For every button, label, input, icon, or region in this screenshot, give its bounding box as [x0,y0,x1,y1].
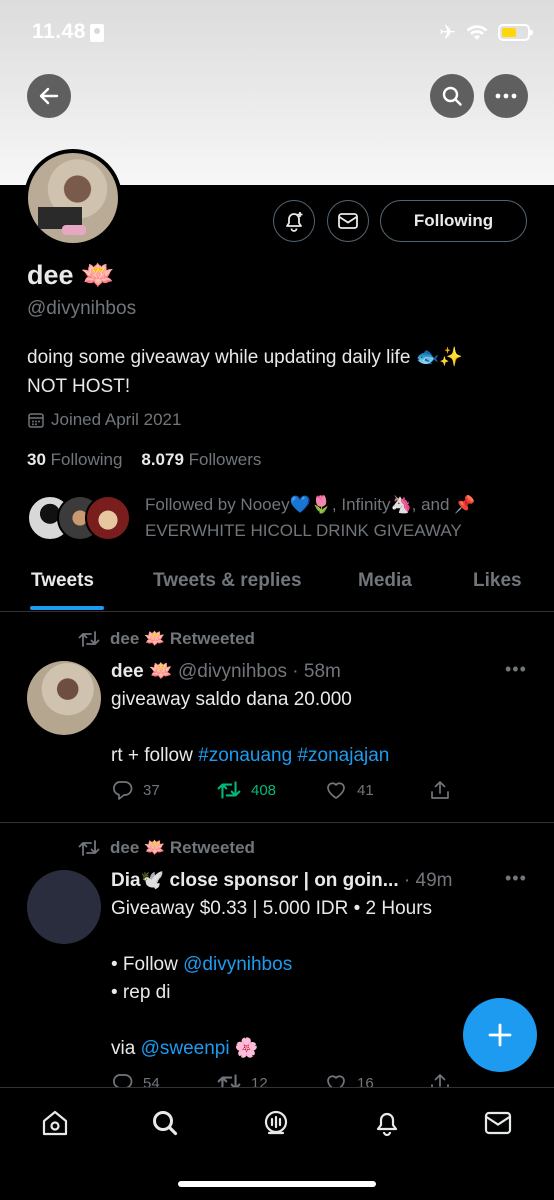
wifi-icon [466,25,488,40]
tweet-body: giveaway saldo dana 20.000 rt + follow #… [111,686,531,770]
notification-plus-icon [286,212,303,232]
more-button[interactable] [484,74,528,118]
retweeted-by-label: dee 🪷 Retweeted [110,629,255,648]
tweet-line: • Follow @divynihbos [111,954,293,975]
tweet-actions: 37 408 41 [111,779,451,801]
bio-line: doing some giveaway while updating daily… [27,347,463,368]
followed-by-text[interactable]: Followed by Nooey💙🌷, Infinity🦄, and 📌 EV… [145,492,535,544]
profile-handle: @divynihbos [27,298,137,319]
nav-spaces[interactable] [259,1106,293,1140]
profile-avatar[interactable] [24,149,122,247]
tab-likes[interactable]: Likes [473,570,522,592]
status-time: 11.48 [32,20,86,43]
tweet-avatar[interactable] [27,661,101,735]
mail-icon [338,213,358,229]
tweet-line: giveaway saldo dana 20.000 [111,689,352,710]
home-icon [42,1110,68,1136]
tweet-handle-time: · 49m [403,870,453,891]
tab-media[interactable]: Media [358,570,412,592]
like-count: 41 [357,781,374,799]
hashtag-link[interactable]: #zonauang [198,745,292,766]
profile-tabs: Tweets Tweets & replies Media Likes [0,560,554,612]
share-button[interactable] [429,779,451,801]
tab-tweets[interactable]: Tweets [31,570,94,592]
home-indicator [178,1181,376,1187]
nav-notifications[interactable] [370,1106,404,1140]
back-arrow-icon [39,87,59,105]
search-icon [153,1111,178,1136]
tweet-divider [0,822,554,823]
message-button[interactable] [327,200,369,242]
reply-button[interactable]: 37 [111,779,217,801]
followed-by-line: Followed by Nooey💙🌷, Infinity🦄, and 📌 [145,495,476,514]
battery-icon [498,24,533,41]
retweet-button[interactable]: 408 [217,780,325,800]
tweet-header: Dia🕊️ close sponsor | on goin... · 49m [111,868,452,892]
tweet-line: rt + follow #zonauang #zonajajan [111,745,390,766]
following-label: Following [50,450,123,469]
reply-icon [113,781,133,800]
more-icon [495,93,517,99]
status-icons: ✈ [439,20,533,45]
tweet-more-icon[interactable]: ••• [505,868,527,889]
compose-tweet-button[interactable] [463,998,537,1072]
retweeted-by-label: dee 🪷 Retweeted [110,838,255,857]
bio-line: NOT HOST! [27,376,131,397]
retweet-icon [78,840,100,856]
tab-tweets-replies[interactable]: Tweets & replies [153,570,302,592]
mention-link[interactable]: @sweenpi [141,1038,230,1059]
search-button[interactable] [430,74,474,118]
nav-search[interactable] [148,1106,182,1140]
airplane-icon: ✈ [439,22,456,44]
mention-link[interactable]: @divynihbos [183,954,292,975]
nav-messages[interactable] [481,1106,515,1140]
back-button[interactable] [27,74,71,118]
following-count: 30 [27,450,46,469]
mail-icon [484,1111,512,1135]
reply-count: 37 [143,781,160,799]
following-link[interactable]: 30 Following [27,450,122,469]
compose-plus-icon [488,1023,512,1047]
retweet-context: dee 🪷 Retweeted [78,838,255,858]
joined-label: Joined April 2021 [51,410,182,429]
calendar-icon [28,413,44,428]
tweet-handle-time: @divynihbos · 58m [177,661,341,682]
share-icon [431,781,449,799]
tweet-line: Giveaway $0.33 | 5.000 IDR • 2 Hours [111,898,433,919]
search-icon [442,86,462,106]
hashtag-link[interactable]: #zonajajan [297,745,389,766]
tweet-avatar[interactable] [27,870,101,944]
like-icon [327,782,345,799]
tweet-more-icon[interactable]: ••• [505,659,527,680]
profile-name: dee 🪷 [27,260,115,290]
avatar [85,495,131,541]
spaces-icon [264,1110,288,1135]
retweet-count: 408 [251,781,277,799]
tweet-line: • rep di [111,982,171,1003]
bell-icon [376,1112,398,1137]
like-button[interactable]: 41 [325,780,429,800]
followers-link[interactable]: 8.079 Followers [141,450,261,469]
nav-home[interactable] [38,1106,72,1140]
retweet-context: dee 🪷 Retweeted [78,629,255,649]
followed-by-avatars[interactable] [27,495,137,545]
followed-by-line: EVERWHITE HICOLL DRINK GIVEAWAY [145,521,462,540]
following-button[interactable]: Following [380,200,527,242]
followers-count: 8.079 [141,450,184,469]
id-card-icon [90,24,104,42]
tweet-display-name[interactable]: Dia🕊️ close sponsor | on goin... [111,870,399,891]
notifications-button[interactable] [273,200,315,242]
retweet-icon [78,631,100,647]
tweet-display-name[interactable]: dee 🪷 [111,661,173,682]
tweet-header: dee 🪷 @divynihbos · 58m [111,659,341,683]
retweet-icon [217,781,241,799]
joined-date: Joined April 2021 [27,410,181,430]
followers-label: Followers [188,450,262,469]
active-tab-indicator [30,606,104,610]
follow-counts: 30 Following 8.079 Followers [27,450,261,470]
profile-bio: doing some giveaway while updating daily… [27,343,527,401]
